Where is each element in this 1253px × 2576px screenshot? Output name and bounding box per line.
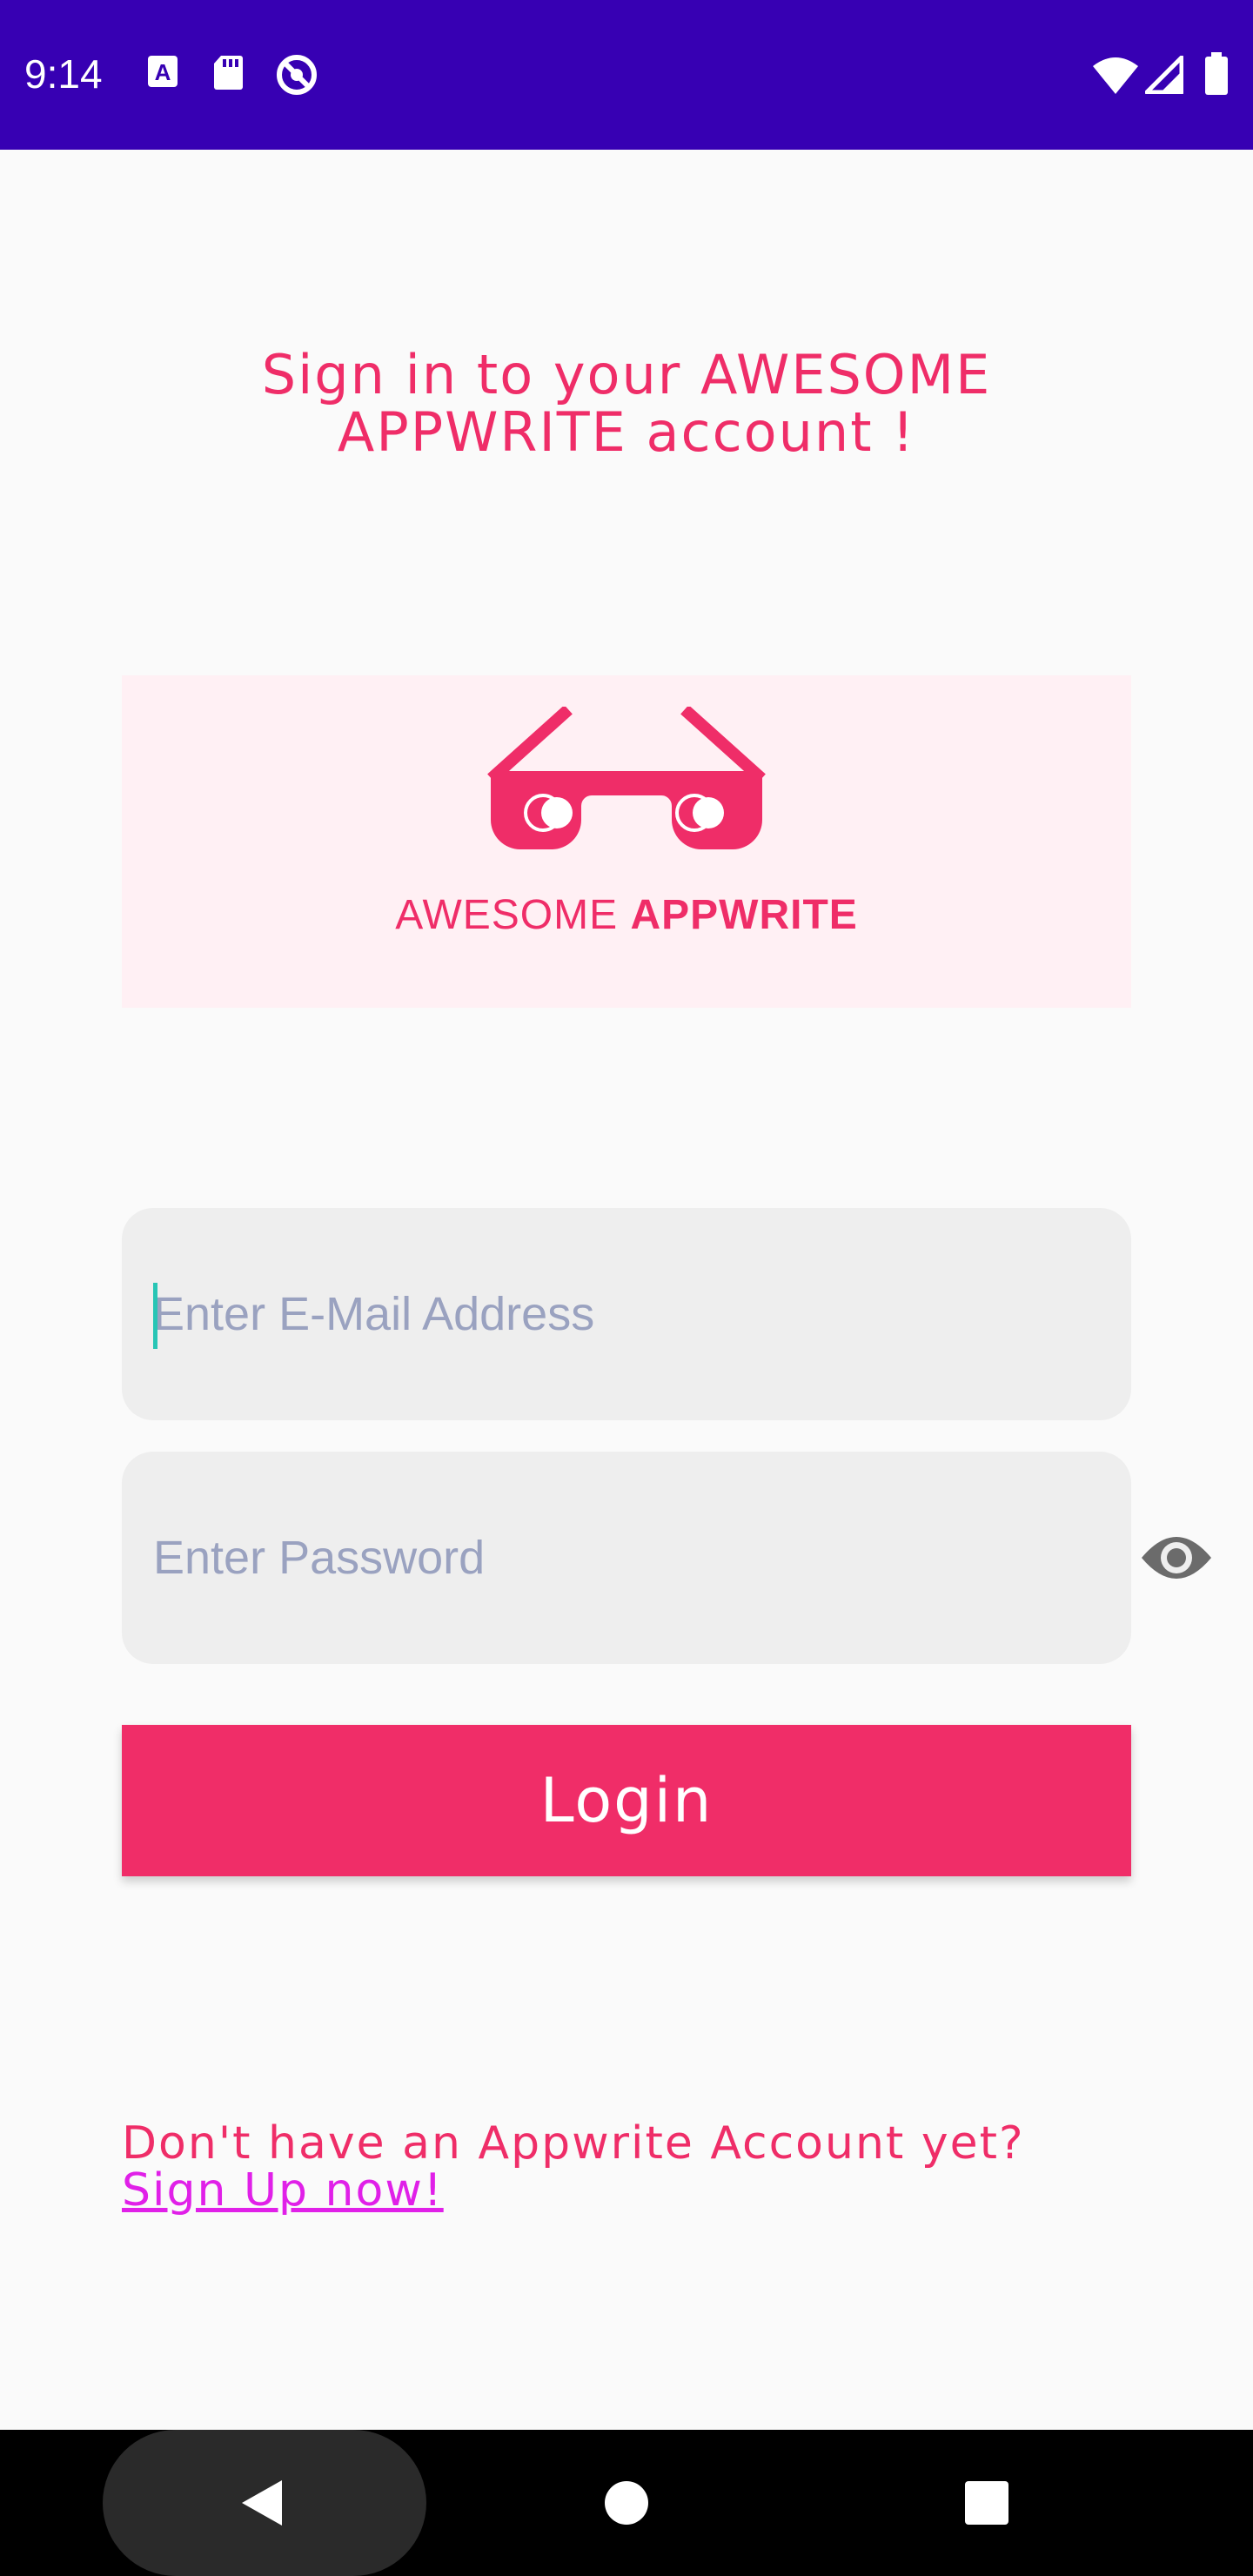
- wifi-icon: [1093, 57, 1138, 94]
- signup-prompt: Don't have an Appwrite Account yet?: [122, 2117, 1025, 2170]
- glasses-icon: [487, 707, 766, 849]
- logo-text-regular: AWESOME: [395, 892, 631, 938]
- status-time: 9:14: [24, 51, 103, 97]
- home-icon[interactable]: [604, 2480, 649, 2526]
- svg-text:A: A: [155, 59, 171, 85]
- status-bar: 9:14 A: [0, 0, 1253, 150]
- do-not-disturb-icon: [277, 55, 317, 95]
- back-icon[interactable]: [238, 2477, 287, 2529]
- logo-wordmark: AWESOME APPWRITE: [122, 891, 1131, 939]
- navigation-bar: [0, 2430, 1253, 2576]
- password-input[interactable]: [153, 1452, 1023, 1664]
- sd-card-icon: [214, 56, 243, 90]
- signup-link[interactable]: Sign Up now!: [122, 2167, 444, 2214]
- page-title: Sign in to your AWESOME APPWRITE account…: [261, 343, 992, 464]
- app-logo-banner: AWESOME APPWRITE: [122, 675, 1131, 1008]
- eye-icon[interactable]: [1140, 1528, 1213, 1587]
- logo-text-bold: APPWRITE: [630, 892, 858, 938]
- text-cursor: [153, 1283, 157, 1349]
- signal-icon: [1145, 56, 1183, 94]
- login-button[interactable]: Login: [122, 1725, 1131, 1876]
- battery-icon: [1205, 52, 1228, 95]
- email-field[interactable]: [122, 1208, 1131, 1420]
- email-input[interactable]: [153, 1208, 1023, 1420]
- password-field[interactable]: [122, 1452, 1211, 1664]
- recents-icon[interactable]: [964, 2480, 1009, 2526]
- a-icon: A: [148, 56, 178, 87]
